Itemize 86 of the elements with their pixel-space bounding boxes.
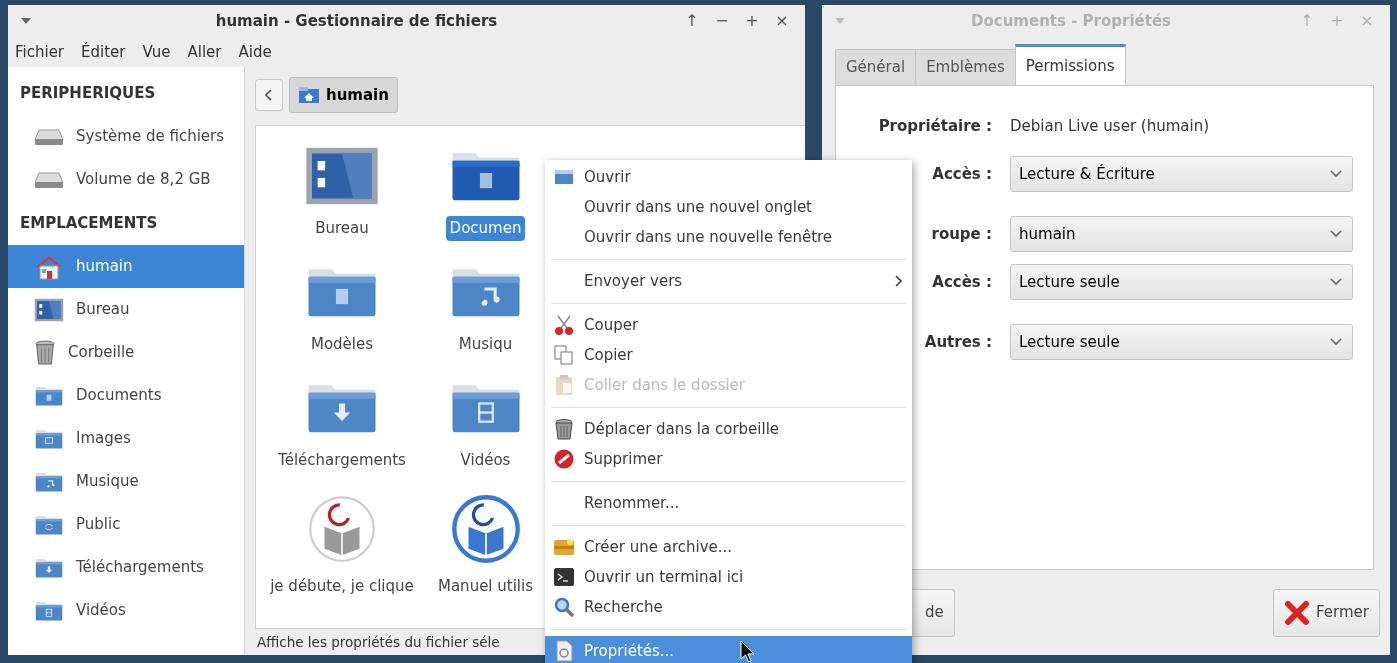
menu-item[interactable]: Ouvrir [545,162,912,192]
sidebar-item[interactable]: Bureau [8,288,244,331]
section-heading: EMPLACEMENTS [19,212,159,234]
menu-item[interactable]: Créer une archive... [545,532,912,562]
search-icon [553,596,575,618]
dropdown[interactable]: Lecture seule [1010,324,1353,360]
tab[interactable]: Emblèmes [915,49,1016,85]
sidebar-item[interactable]: Volume de 8,2 GB [8,158,244,201]
terminal-icon [553,566,575,588]
file-item[interactable]: Téléchargements [274,448,410,473]
field-label: Accès : [932,163,992,185]
copy-icon [553,344,575,366]
chevron-left-icon [265,89,273,101]
window-menu-icon[interactable] [20,17,32,25]
mouse-pointer-icon [740,640,756,663]
field-label: roupe : [931,223,992,245]
scissors-icon [553,314,575,336]
window-control[interactable]: − [711,9,733,33]
sidebar-item[interactable]: Téléchargements [8,546,244,589]
archive-icon [553,536,575,558]
menu-item[interactable]: Vue [142,40,171,64]
field-label: Accès : [932,271,992,293]
window-title: humain - Gestionnaire de fichiers [214,10,499,32]
sidebar-item[interactable]: Documents [8,374,244,417]
menu-item[interactable]: Couper [545,310,912,340]
document-icon [553,640,575,662]
chevron-down-icon [1330,338,1342,346]
menu-item[interactable]: Ouvrir dans une nouvelle fenêtre [545,222,912,252]
chevron-down-icon [1330,278,1342,286]
window-title: Documents - Propriétés [970,10,1172,32]
path-button[interactable]: humain [289,77,398,113]
menu-item[interactable]: Aller [187,40,222,64]
drive-icon [34,169,64,190]
section-heading: PERIPHERIQUES [19,82,157,104]
chevron-right-icon [895,275,902,287]
field-value: Debian Live user (humain) [1010,115,1209,137]
file-item[interactable]: je débute, je clique [266,574,418,599]
sidebar-item[interactable]: Images [8,417,244,460]
menu-item[interactable]: Copier [545,340,912,370]
desktop-icon [304,146,380,206]
window-control[interactable]: + [741,9,763,33]
no-entry-icon [553,448,575,470]
field-label: Propriétaire : [878,115,992,137]
sidebar-item[interactable]: Vidéos [8,589,244,632]
menu-item[interactable]: Éditer [81,40,126,64]
file-item[interactable]: Vidéos [456,448,515,473]
close-button[interactable]: Fermer [1273,588,1380,637]
sidebar-item[interactable]: humain [8,245,244,288]
menu-item[interactable]: Envoyer vers [545,266,912,296]
tab[interactable]: Général [835,49,917,85]
tab[interactable]: Permissions [1014,44,1126,85]
file-item[interactable]: Bureau [311,216,373,241]
window-control[interactable]: ↑ [681,9,703,33]
menu-item[interactable]: Déplacer dans la corbeille [545,414,912,444]
file-item[interactable]: Manuel utilis [434,574,537,599]
desktop-icon [34,297,64,322]
back-button[interactable] [255,79,283,111]
file-item[interactable]: Documen [445,216,526,241]
sidebar-item[interactable]: Corbeille [8,331,244,374]
file-item[interactable]: Modèles [306,332,378,357]
drive-icon [34,126,64,147]
sidebar-item[interactable]: Système de fichiers [8,115,244,158]
menu-item[interactable]: Supprimer [545,444,912,474]
dropdown[interactable]: Lecture & Écriture [1010,156,1353,192]
clipboard-icon [553,374,575,396]
book-icon [307,494,377,564]
window-control[interactable]: × [771,9,793,33]
house-icon [34,253,64,280]
menu-item[interactable]: Renommer... [545,488,912,518]
field-label: Autres : [924,331,992,353]
status-text: Affiche les propriétés du fichier séle [257,632,500,652]
sidebar-item[interactable]: Musique [8,460,244,503]
trash-icon [553,418,575,440]
trash-icon [34,338,56,367]
dropdown[interactable]: humain [1010,216,1353,252]
chevron-down-icon [1330,170,1342,178]
home-folder-icon [298,86,320,104]
sidebar-item[interactable]: Public [8,503,244,546]
dropdown[interactable]: Lecture seule [1010,264,1353,300]
chevron-down-icon [1330,230,1342,238]
book-icon [450,494,521,564]
close-icon [1284,599,1311,626]
menu-item[interactable]: Fichier [15,40,65,64]
file-item[interactable]: Musiqu [454,332,517,357]
menu-item[interactable]: Ouvrir dans une nouvel onglet [545,192,912,222]
menu-item[interactable]: Aide [238,40,272,64]
